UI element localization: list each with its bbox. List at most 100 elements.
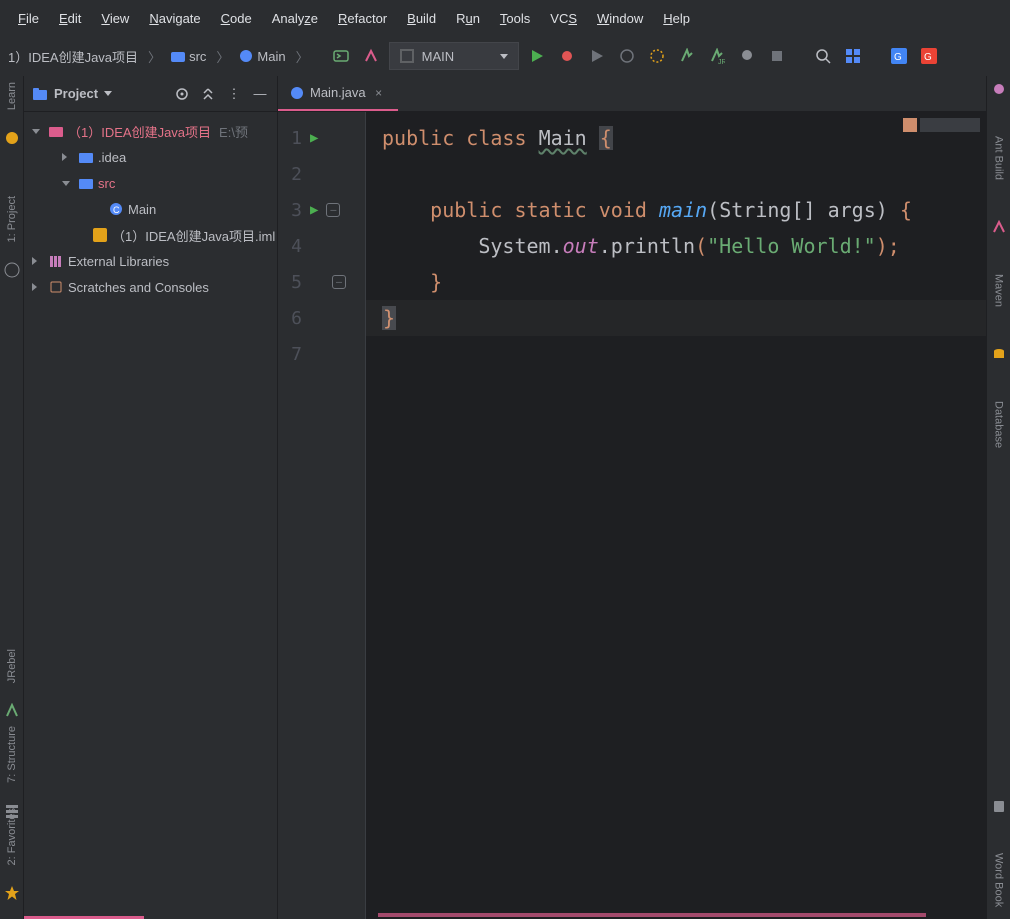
menu-file[interactable]: File xyxy=(8,7,49,30)
tree-external-libs[interactable]: External Libraries xyxy=(24,248,277,274)
search-everywhere-icon[interactable] xyxy=(811,44,835,68)
close-icon[interactable]: × xyxy=(372,86,386,100)
tree-main-label: Main xyxy=(128,202,156,217)
collapse-all-icon[interactable] xyxy=(199,85,217,103)
debug-button[interactable] xyxy=(555,44,579,68)
tool-ant[interactable]: Ant Build xyxy=(993,136,1005,180)
tree-external-label: External Libraries xyxy=(68,254,169,269)
svg-text:G: G xyxy=(894,52,902,63)
tree-src-folder[interactable]: src xyxy=(24,170,277,196)
line-number: 6 xyxy=(278,308,302,329)
breadcrumb-class[interactable]: Main xyxy=(237,47,287,66)
tool-favorites-label: 2: Favorites xyxy=(6,808,18,865)
inspection-indicator xyxy=(903,118,917,132)
file-tab-main[interactable]: Main.java × xyxy=(278,76,398,111)
menu-run[interactable]: Run xyxy=(446,7,490,30)
breadcrumb-project[interactable]: 1）IDEA创建Java项目 xyxy=(6,45,140,68)
tool-wordbook-label: Word Book xyxy=(993,853,1005,907)
minimap[interactable] xyxy=(903,118,980,132)
folder-icon xyxy=(48,124,64,138)
jrebel-profile-icon[interactable] xyxy=(735,44,759,68)
tool-project-label: 1: Project xyxy=(6,196,18,242)
fold-icon[interactable]: – xyxy=(326,203,340,217)
menubar: File Edit View Navigate Code Analyze Ref… xyxy=(0,0,1010,36)
tool-learn-label: Learn xyxy=(6,82,18,110)
editor: Main.java × 1▶ 2 3▶– 4 5– 6 7 public cla… xyxy=(278,76,986,919)
tree-idea-label: .idea xyxy=(98,150,126,165)
code-editor-body[interactable]: 1▶ 2 3▶– 4 5– 6 7 public class Main { pu… xyxy=(278,112,986,919)
project-view-select[interactable]: Project xyxy=(32,86,112,102)
run-coverage-button[interactable] xyxy=(585,44,609,68)
attach-debugger-icon[interactable] xyxy=(645,44,669,68)
expand-icon xyxy=(62,181,74,186)
menu-navigate[interactable]: Navigate xyxy=(139,7,210,30)
project-view-label: Project xyxy=(54,86,98,101)
tool-database[interactable]: Database xyxy=(993,401,1005,448)
tree-iml-file[interactable]: （1）IDEA创建Java项目.iml xyxy=(24,222,277,248)
jrebel-debug-icon[interactable]: JR xyxy=(705,44,729,68)
hide-icon[interactable]: — xyxy=(251,85,269,103)
profile-button[interactable] xyxy=(615,44,639,68)
project-tool-window: Project ⋮ — （1）IDEA创建Java项目 E:\预 .idea xyxy=(24,76,278,919)
tool-maven[interactable]: Maven xyxy=(993,274,1005,307)
menu-vcs[interactable]: VCS xyxy=(540,7,587,30)
run-anything-icon[interactable] xyxy=(329,44,353,68)
breadcrumb-project-label: 1）IDEA创建Java项目 xyxy=(8,47,138,66)
project-icon xyxy=(32,86,48,102)
tree-scratches[interactable]: Scratches and Consoles xyxy=(24,274,277,300)
menu-analyze[interactable]: Analyze xyxy=(262,7,328,30)
caret-line-highlight xyxy=(366,300,986,336)
tree-main-class[interactable]: C Main xyxy=(24,196,277,222)
tree-root[interactable]: （1）IDEA创建Java项目 E:\预 xyxy=(24,118,277,144)
stop-button[interactable] xyxy=(765,44,789,68)
tool-project[interactable]: 1: Project xyxy=(6,196,18,242)
jrebel-run-icon[interactable] xyxy=(675,44,699,68)
run-gutter-icon[interactable]: ▶ xyxy=(310,202,318,218)
file-tab-label: Main.java xyxy=(310,85,366,100)
class-icon xyxy=(290,86,304,100)
tool-jrebel[interactable]: JRebel xyxy=(6,649,18,683)
chevron-down-icon xyxy=(104,91,112,96)
run-button[interactable] xyxy=(525,44,549,68)
star-icon xyxy=(4,885,20,901)
settings-icon[interactable]: ⋮ xyxy=(225,85,243,103)
tool-learn[interactable]: Learn xyxy=(6,82,18,110)
menu-tools[interactable]: Tools xyxy=(490,7,540,30)
left-tool-stripe: Learn 1: Project JRebel 7: Structure 2: … xyxy=(0,76,24,919)
menu-refactor[interactable]: Refactor xyxy=(328,7,397,30)
tree-root-label: （1）IDEA创建Java项目 xyxy=(68,122,211,141)
code-content[interactable]: public class Main { public static void m… xyxy=(366,112,986,919)
scratches-icon xyxy=(48,280,64,294)
tree-iml-label: （1）IDEA创建Java项目.iml xyxy=(112,226,275,245)
menu-build[interactable]: Build xyxy=(397,7,446,30)
svg-text:G: G xyxy=(924,52,932,63)
translate-alt-icon[interactable]: G xyxy=(917,44,941,68)
fold-icon[interactable]: – xyxy=(332,275,346,289)
tool-wordbook[interactable]: Word Book xyxy=(993,853,1005,907)
menu-window[interactable]: Window xyxy=(587,7,653,30)
translate-icon[interactable]: G xyxy=(887,44,911,68)
project-structure-icon[interactable] xyxy=(841,44,865,68)
select-opened-file-icon[interactable] xyxy=(173,85,191,103)
breadcrumb-src[interactable]: src xyxy=(169,47,208,66)
expand-icon xyxy=(32,129,44,134)
breadcrumbs: 1）IDEA创建Java项目 〉 src 〉 Main 〉 xyxy=(6,45,313,68)
tree-idea-folder[interactable]: .idea xyxy=(24,144,277,170)
build-icon[interactable] xyxy=(359,44,383,68)
tool-favorites[interactable]: 2: Favorites xyxy=(6,808,18,865)
project-panel-header: Project ⋮ — xyxy=(24,76,277,112)
menu-code[interactable]: Code xyxy=(211,7,262,30)
menu-help[interactable]: Help xyxy=(653,7,700,30)
project-tree: （1）IDEA创建Java项目 E:\预 .idea src C Main xyxy=(24,112,277,919)
run-gutter-icon[interactable]: ▶ xyxy=(310,130,318,146)
svg-text:JR: JR xyxy=(718,59,725,64)
class-icon: C xyxy=(108,202,124,216)
tool-structure[interactable]: 7: Structure xyxy=(6,726,18,783)
run-configuration-select[interactable]: MAIN xyxy=(389,42,519,70)
module-icon xyxy=(400,49,414,63)
horizontal-scrollbar[interactable] xyxy=(378,913,926,917)
menu-edit[interactable]: Edit xyxy=(49,7,91,30)
menu-view[interactable]: View xyxy=(91,7,139,30)
project-stripe-icon xyxy=(4,262,20,278)
iml-icon xyxy=(92,228,108,242)
